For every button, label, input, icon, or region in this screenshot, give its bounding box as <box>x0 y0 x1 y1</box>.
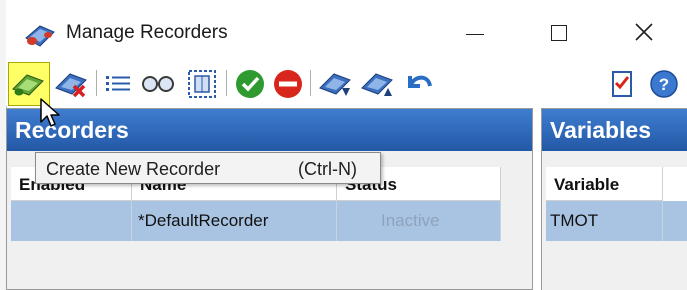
name-cell[interactable]: *DefaultRecorder <box>132 201 337 241</box>
column-header-variable[interactable]: Variable <box>546 167 663 201</box>
window-title: Manage Recorders <box>66 22 228 43</box>
title-bar[interactable]: Manage Recorders <box>6 0 687 62</box>
close-icon <box>635 23 653 41</box>
variables-panel-title: Variables <box>550 117 652 143</box>
checklist-icon <box>612 71 632 97</box>
table-row[interactable]: *DefaultRecorder Inactive <box>11 201 501 241</box>
recorders-panel-title: Recorders <box>15 117 129 143</box>
tooltip-label: Create New Recorder <box>46 159 221 179</box>
toolbar-separator <box>96 70 97 96</box>
tooltip-shortcut: (Ctrl-N) <box>298 159 357 179</box>
import-recorder-icon <box>319 73 351 96</box>
list-button[interactable] <box>102 62 136 106</box>
recorder-app-icon <box>25 25 55 47</box>
view-button[interactable] <box>138 62 178 106</box>
toolbar: ? <box>6 62 687 106</box>
enabled-cell[interactable] <box>11 201 132 241</box>
status-cell[interactable]: Inactive <box>337 201 501 241</box>
export-recorder-button[interactable] <box>358 62 398 106</box>
view-glasses-icon <box>142 76 174 92</box>
variables-panel: Variables Variable TMOT <box>541 108 687 290</box>
export-recorder-icon <box>361 73 393 96</box>
tooltip: Create New Recorder (Ctrl-N) <box>35 152 381 184</box>
minimize-icon <box>466 34 484 35</box>
maximize-icon <box>551 25 567 41</box>
recorders-panel: Recorders Enabled Name Status *DefaultRe… <box>6 108 533 290</box>
help-icon: ? <box>650 70 678 98</box>
variable-cell[interactable]: TMOT <box>546 201 663 241</box>
undo-button[interactable] <box>400 62 438 106</box>
fit-columns-icon <box>188 70 216 98</box>
enable-button[interactable] <box>232 62 268 106</box>
enable-check-icon <box>236 70 264 98</box>
variables-panel-header: Variables <box>542 109 687 151</box>
manage-recorders-window: Manage Recorders ? Recorders Enabled Nam… <box>0 0 687 290</box>
minimize-button[interactable] <box>453 14 499 54</box>
mouse-cursor-icon <box>40 98 60 127</box>
close-button[interactable] <box>622 14 668 54</box>
disable-stop-icon <box>274 70 302 98</box>
variables-grid[interactable]: Variable TMOT <box>546 167 687 241</box>
toolbar-separator <box>310 70 311 96</box>
fit-columns-button[interactable] <box>182 62 222 106</box>
list-icon <box>106 76 130 91</box>
checklist-button[interactable] <box>604 62 640 106</box>
toolbar-separator <box>226 70 227 96</box>
help-button[interactable]: ? <box>646 62 682 106</box>
table-row[interactable]: TMOT <box>546 201 687 241</box>
undo-icon <box>408 75 432 88</box>
import-recorder-button[interactable] <box>316 62 356 106</box>
maximize-button[interactable] <box>537 14 583 54</box>
svg-text:?: ? <box>659 75 669 94</box>
recorders-panel-header: Recorders <box>7 109 532 151</box>
disable-button[interactable] <box>270 62 306 106</box>
